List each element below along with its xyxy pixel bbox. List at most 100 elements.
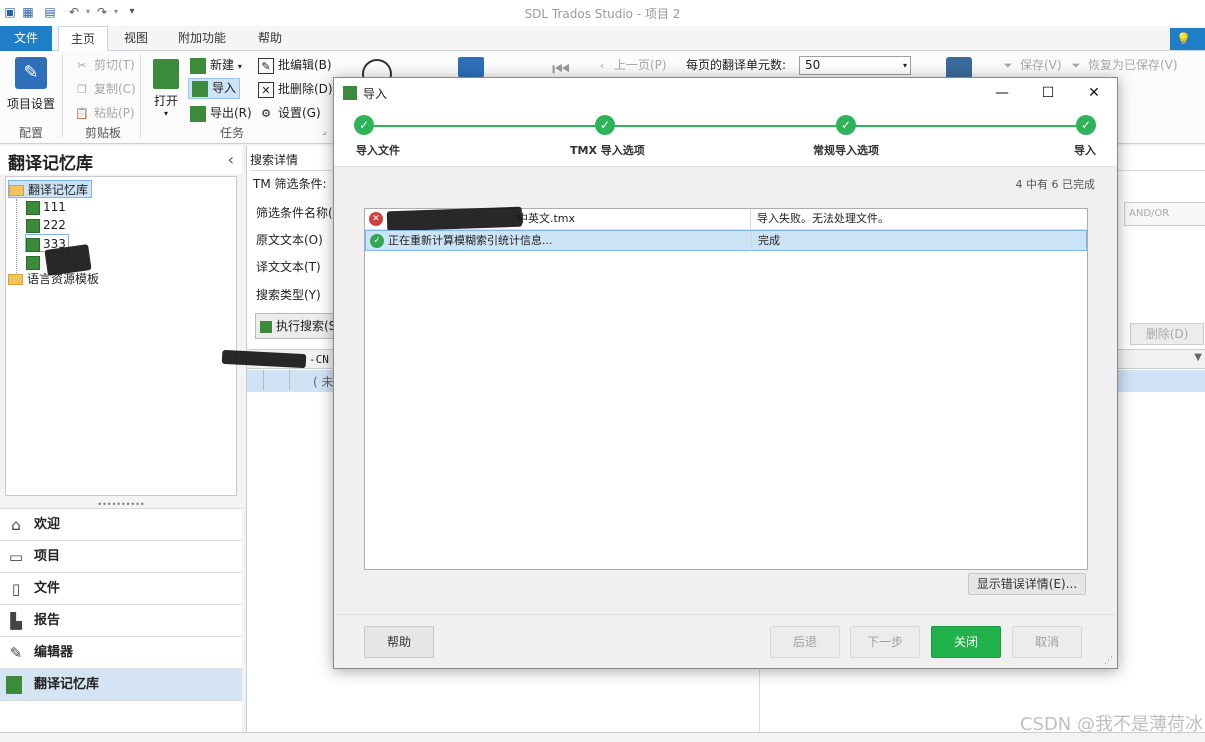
book-icon[interactable] xyxy=(458,57,484,77)
gear-icon: ⚙ xyxy=(261,106,271,120)
cut-button[interactable]: ✂ 剪切(T) xyxy=(74,54,134,76)
tab-addins[interactable]: 附加功能 xyxy=(166,26,238,51)
copy-label: 复制(C) xyxy=(94,82,136,96)
check-icon: ✓ xyxy=(370,234,384,248)
revert-button[interactable]: ⏷ 恢复为已保存(V) xyxy=(1068,54,1178,76)
tab-help[interactable]: 帮助 xyxy=(246,26,294,51)
new-button[interactable]: 新建 ▾ xyxy=(190,54,242,76)
copy-button[interactable]: ❐ 复制(C) xyxy=(74,78,136,100)
tree-item-redacted[interactable] xyxy=(26,253,43,271)
result-file-name: 正在重新计算模糊索引统计信息... xyxy=(388,234,553,247)
group-separator xyxy=(62,55,63,137)
tm-icon xyxy=(26,237,40,252)
minimize-icon[interactable]: — xyxy=(979,78,1025,108)
import-dialog: 导入 — ☐ ✕ ✓ ✓ ✓ ✓ 导入文件 TMX 导入选项 常规导入选项 导入… xyxy=(333,77,1118,669)
cancel-button[interactable]: 取消 xyxy=(1012,626,1082,658)
dialog-launcher-icon[interactable]: ⌟ xyxy=(322,127,326,137)
tree-item-label: 222 xyxy=(43,218,66,232)
batch-delete-label: 批删除(D) xyxy=(278,82,333,96)
step-label-import-files: 导入文件 xyxy=(356,144,400,157)
tree-item-111[interactable]: 111 xyxy=(26,198,66,216)
export-icon xyxy=(190,105,206,122)
and-or-column[interactable]: AND/OR xyxy=(1124,202,1205,226)
batch-delete-button[interactable]: ✕ 批删除(D) xyxy=(258,78,333,100)
ribbon-tabs: 文件 主页 视图 附加功能 帮助 xyxy=(0,26,1205,52)
settings-button[interactable]: ⚙ 设置(G) xyxy=(258,102,321,124)
tree-templates-label: 语言资源模板 xyxy=(27,272,100,286)
nav-translation-memories[interactable]: 翻译记忆库 xyxy=(0,668,242,700)
result-row[interactable]: ✓ 正在重新计算模糊索引统计信息... 完成 xyxy=(365,230,1087,251)
step-label-general-options: 常规导入选项 xyxy=(813,144,879,157)
export-button[interactable]: 导出(R) xyxy=(190,102,252,124)
import-button[interactable]: 导入 xyxy=(188,78,241,99)
chevron-down-icon: ▾ xyxy=(902,61,907,70)
project-settings-label: 项目设置 xyxy=(6,97,55,111)
open-tm-icon xyxy=(153,59,179,89)
tree-item-templates[interactable]: 语言资源模板 xyxy=(8,270,99,288)
revert-label: 恢复为已保存(V) xyxy=(1088,58,1178,72)
tree-item-222[interactable]: 222 xyxy=(26,216,66,234)
collapse-panel-icon[interactable]: ‹ xyxy=(228,150,234,169)
tell-me-button[interactable]: 💡 告 xyxy=(1170,28,1205,68)
save-button[interactable]: ⏷ 保存(V) xyxy=(1000,54,1062,76)
tab-view[interactable]: 视图 xyxy=(112,26,160,51)
chevron-down-icon[interactable]: ▼ xyxy=(1194,352,1202,363)
wizard-progress-line xyxy=(374,125,1084,127)
pencil-icon: ✎ xyxy=(9,644,23,662)
left-panel-header: 翻译记忆库 ‹ xyxy=(0,146,242,174)
show-error-details-button[interactable]: 显示错误详情(E)... xyxy=(968,573,1086,595)
open-button[interactable]: 打开 ▾ xyxy=(148,59,184,118)
tm-filter-label: TM 筛选条件: xyxy=(253,177,327,191)
tab-home[interactable]: 主页 xyxy=(58,26,109,52)
maximize-icon[interactable]: ☐ xyxy=(1025,78,1071,108)
lang-pair-label: -CN xyxy=(309,353,329,366)
project-settings-button[interactable]: ✎ 项目设置 xyxy=(4,57,58,112)
paste-label: 粘贴(P) xyxy=(94,106,135,120)
tree-item-label: 111 xyxy=(43,200,66,214)
delete-button[interactable]: 删除(D) xyxy=(1130,323,1204,345)
next-button[interactable]: 下一步 xyxy=(850,626,920,658)
tab-file[interactable]: 文件 xyxy=(0,26,52,51)
tree-item-root[interactable]: 翻译记忆库 xyxy=(8,180,93,198)
batch-delete-icon: ✕ xyxy=(258,81,274,98)
close-button[interactable]: 关闭 xyxy=(931,626,1001,658)
back-button[interactable]: 后退 xyxy=(770,626,840,658)
lightbulb-icon: 💡 xyxy=(1176,32,1191,46)
result-file-name: 中英文.tmx xyxy=(517,212,576,225)
step-check-icon: ✓ xyxy=(836,115,856,135)
result-status: 导入失败。无法处理文件。 xyxy=(750,209,1086,229)
execute-search-button[interactable]: 执行搜索(S xyxy=(255,313,340,339)
save-label: 保存(V) xyxy=(1020,58,1062,72)
nav-projects[interactable]: ▭ 项目 xyxy=(0,540,242,572)
paste-icon: 📋 xyxy=(75,106,89,120)
paste-button[interactable]: 📋 粘贴(P) xyxy=(74,102,135,124)
nav-spacer xyxy=(0,700,242,732)
tm-icon xyxy=(26,255,40,270)
search-tm-icon xyxy=(260,320,272,333)
close-icon[interactable]: ✕ xyxy=(1071,78,1117,108)
nav-label: 欢迎 xyxy=(34,517,61,532)
grid-line xyxy=(759,670,760,732)
cut-icon: ✂ xyxy=(77,58,87,72)
import-icon xyxy=(192,80,208,97)
group-label-tasks: 任务 xyxy=(219,126,244,140)
import-results-list: ✕ 中英文.tmx 导入失败。无法处理文件。 ✓ 正在重新计算模糊索引统计信息.… xyxy=(364,206,1088,570)
result-status: 完成 xyxy=(751,231,1087,251)
nav-editor[interactable]: ✎ 编辑器 xyxy=(0,636,242,668)
new-dropdown-icon: ▾ xyxy=(237,62,242,71)
report-icon: ▙ xyxy=(10,612,22,630)
units-per-page-select[interactable]: 50 ▾ xyxy=(799,56,911,75)
open-dropdown-icon: ▾ xyxy=(163,109,168,118)
units-per-page-value: 50 xyxy=(805,58,821,72)
prev-page-button[interactable]: ‹ 上一页(P) xyxy=(594,54,667,76)
batch-edit-button[interactable]: ✎ 批编辑(B) xyxy=(258,54,332,76)
file-icon: ▯ xyxy=(11,580,21,598)
step-check-icon: ✓ xyxy=(1076,115,1096,135)
tm-icon xyxy=(26,218,40,233)
resize-grip-icon[interactable]: ⋰ xyxy=(1104,656,1113,666)
help-button[interactable]: 帮助 xyxy=(364,626,434,658)
nav-files[interactable]: ▯ 文件 xyxy=(0,572,242,604)
nav-welcome[interactable]: ⌂ 欢迎 xyxy=(0,508,242,540)
step-label-import: 导入 xyxy=(1074,144,1096,157)
nav-reports[interactable]: ▙ 报告 xyxy=(0,604,242,636)
